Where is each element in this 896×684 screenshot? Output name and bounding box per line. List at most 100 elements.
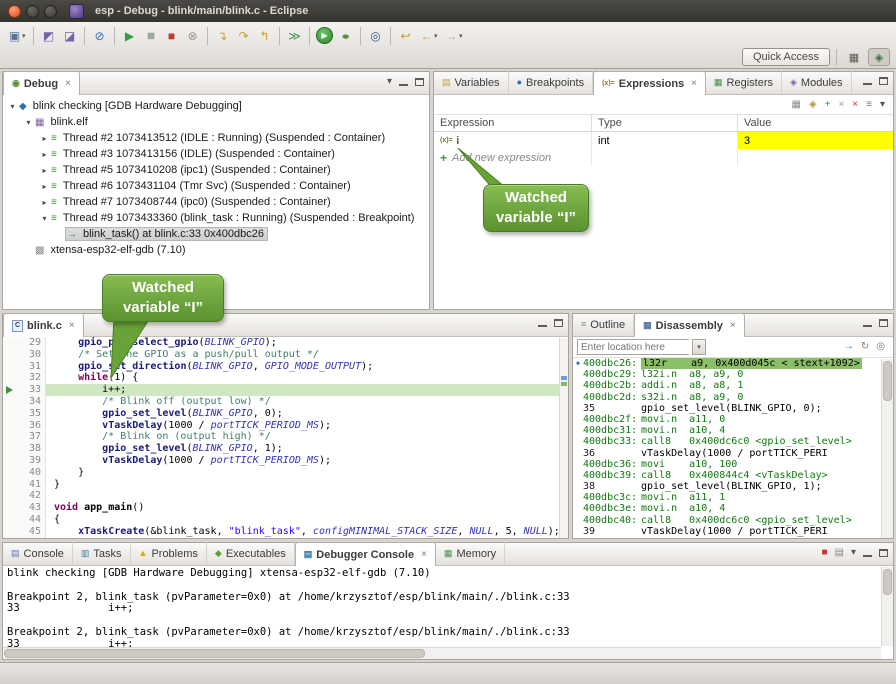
expand-icon[interactable]: ▸ <box>39 134 50 143</box>
debug-tree-item[interactable]: ▸≡Thread #3 1073413156 (IDLE) (Suspended… <box>3 146 429 162</box>
window-maximize-button[interactable] <box>44 5 57 18</box>
tab-console[interactable]: ▤Console <box>3 542 73 565</box>
disassembly-line[interactable]: ◆400dbc26:l32r a9, 0x400d045c < stext+10… <box>573 358 893 369</box>
search-button[interactable]: ◎ <box>365 25 386 46</box>
new-wizard-button[interactable]: ▣ <box>4 25 25 46</box>
code-line[interactable]: 37 /* Blink on (output high) */ <box>3 431 568 443</box>
tab-disassembly[interactable]: ▦Disassembly× <box>634 313 745 337</box>
vertical-scrollbar[interactable] <box>881 567 893 646</box>
run-button[interactable]: ▶ <box>316 27 333 44</box>
minimize-icon[interactable] <box>863 549 872 557</box>
code-line[interactable]: 43void app_main() <box>3 502 568 514</box>
suspend-button[interactable]: ▮▮ <box>140 25 161 46</box>
code-line[interactable]: 30 /* Set the GPIO as a push/pull output… <box>3 349 568 361</box>
disconnect-button[interactable]: ⊗ <box>182 25 203 46</box>
back-button[interactable]: ← <box>416 25 437 46</box>
disassembly-content[interactable]: ◆400dbc26:l32r a9, 0x400d045c < stext+10… <box>573 358 893 537</box>
quick-access-button[interactable]: Quick Access <box>742 48 830 66</box>
maximize-icon[interactable] <box>879 319 888 327</box>
step-into-button[interactable]: ↴ <box>212 25 233 46</box>
close-icon[interactable]: × <box>421 549 427 560</box>
step-return-button[interactable]: ↰ <box>254 25 275 46</box>
disassembly-line[interactable]: 400dbc3c:movi.n a11, 1 <box>573 492 893 503</box>
terminate-button[interactable]: ■ <box>161 25 182 46</box>
view-menu-icon[interactable]: ▾ <box>880 100 885 110</box>
vertical-scrollbar[interactable] <box>881 359 893 538</box>
disassembly-line[interactable]: 400dbc36:movi a10, 100 <box>573 459 893 470</box>
collapse-icon[interactable]: ▾ <box>23 118 34 127</box>
location-input[interactable] <box>577 339 689 355</box>
tab-memory[interactable]: ▦Memory <box>436 542 505 565</box>
maximize-icon[interactable] <box>879 77 888 85</box>
column-header-value[interactable]: Value <box>738 115 893 131</box>
disassembly-line[interactable]: 400dbc2d:s32i.n a8, a9, 0 <box>573 392 893 403</box>
column-header-expression[interactable]: Expression <box>434 115 592 131</box>
expand-icon[interactable]: ▸ <box>39 182 50 191</box>
disassembly-line[interactable]: 400dbc40:call8 0x400dc6c0 <gpio_set_leve… <box>573 515 893 526</box>
disassembly-line[interactable]: 400dbc33:call8 0x400dc6c0 <gpio_set_leve… <box>573 436 893 447</box>
maximize-icon[interactable] <box>554 319 563 327</box>
code-line[interactable]: 44{ <box>3 514 568 526</box>
debug-tree-item[interactable]: ▸≡Thread #6 1073431104 (Tmr Svc) (Suspen… <box>3 178 429 194</box>
open-perspective-button[interactable]: ▦ <box>843 48 865 66</box>
editor-content[interactable]: 29 gpio_pad_select_gpio(BLINK_GPIO);30 /… <box>3 337 568 538</box>
horizontal-scrollbar[interactable] <box>3 647 881 659</box>
close-icon[interactable]: × <box>65 78 71 89</box>
debug-tree-item[interactable]: →blink_task() at blink.c:33 0x400dbc26 <box>3 226 429 242</box>
current-line-marker[interactable] <box>561 382 567 386</box>
collapse-icon[interactable]: ▾ <box>39 214 50 223</box>
collapse-icon[interactable]: ▾ <box>7 102 18 111</box>
code-line[interactable]: 45 xTaskCreate(&blink_task, "blink_task"… <box>3 526 568 538</box>
goto-pc-icon[interactable]: → <box>844 342 854 352</box>
show-logical-structure-icon[interactable]: ◈ <box>809 100 817 110</box>
minimize-icon[interactable] <box>863 319 872 327</box>
disassembly-line[interactable]: 400dbc39:call8 0x400844c4 <vTaskDelay> <box>573 470 893 481</box>
disassembly-line[interactable]: 400dbc2b:addi.n a8, a8, 1 <box>573 380 893 391</box>
expression-row[interactable]: (x)=iint3 <box>434 132 893 149</box>
close-icon[interactable]: × <box>69 320 75 331</box>
debug-tree-item[interactable]: ▩xtensa-esp32-elf-gdb (7.10) <box>3 242 429 258</box>
tab-executables[interactable]: ◆Executables <box>207 542 295 565</box>
window-minimize-button[interactable] <box>26 5 39 18</box>
disassembly-line[interactable]: 35gpio_set_level(BLINK_GPIO, 0); <box>573 403 893 414</box>
code-line[interactable]: 31 gpio_set_direction(BLINK_GPIO, GPIO_M… <box>3 361 568 373</box>
step-over-button[interactable]: ↷ <box>233 25 254 46</box>
tab-registers[interactable]: ▦Registers <box>706 71 782 94</box>
collapse-all-icon[interactable]: ≡ <box>866 100 872 110</box>
add-expression-row[interactable]: + Add new expression <box>434 149 893 166</box>
resume-button[interactable]: ▶ <box>119 25 140 46</box>
minimize-icon[interactable] <box>399 78 408 86</box>
debug-perspective-button[interactable]: ◈ <box>868 48 890 66</box>
forward-button[interactable]: → <box>441 25 462 46</box>
disassembly-line[interactable]: 400dbc31:movi.n a10, 4 <box>573 425 893 436</box>
expand-icon[interactable]: ▸ <box>39 198 50 207</box>
tab-debug[interactable]: ◉Debug× <box>3 71 80 95</box>
add-expression-icon[interactable]: + <box>825 100 831 110</box>
last-edit-location-button[interactable]: ↩ <box>395 25 416 46</box>
view-menu-icon[interactable]: ▾ <box>387 77 392 87</box>
disassembly-line[interactable]: 400dbc3e:movi.n a10, 4 <box>573 503 893 514</box>
minimize-icon[interactable] <box>863 77 872 85</box>
debug-tree-item[interactable]: ▸≡Thread #2 1073413512 (IDLE : Running) … <box>3 130 429 146</box>
tab-tasks[interactable]: ▥Tasks <box>73 542 131 565</box>
debug-tree-item[interactable]: ▾▦blink.elf <box>3 114 429 130</box>
tab-variables[interactable]: ▤Variables <box>434 71 509 94</box>
code-line[interactable]: 42 <box>3 490 568 502</box>
tab-modules[interactable]: ◈Modules <box>782 71 852 94</box>
code-line[interactable]: 29 gpio_pad_select_gpio(BLINK_GPIO); <box>3 337 568 349</box>
expand-icon[interactable]: ▸ <box>39 166 50 175</box>
debug-tree-item[interactable]: ▾◆blink checking [GDB Hardware Debugging… <box>3 98 429 114</box>
view-menu-icon[interactable]: ▾ <box>851 548 856 558</box>
tab-outline[interactable]: ≡Outline <box>573 313 634 336</box>
scrollbar-thumb[interactable] <box>883 361 892 401</box>
disassembly-line[interactable]: 400dbc2f:movi.n a11, 0 <box>573 414 893 425</box>
show-type-names-icon[interactable]: ▦ <box>791 100 800 110</box>
console-output[interactable]: blink checking [GDB Hardware Debugging] … <box>3 566 893 647</box>
location-dropdown-icon[interactable]: ▾ <box>692 339 706 355</box>
skip-all-breakpoints-button[interactable]: ⊘ <box>89 25 110 46</box>
terminate-console-icon[interactable]: ■ <box>821 548 827 558</box>
scrollbar-thumb[interactable] <box>883 569 892 595</box>
expand-icon[interactable]: ▸ <box>39 150 50 159</box>
tab-expressions[interactable]: (x)=Expressions× <box>593 71 706 95</box>
tab-problems[interactable]: ▲Problems <box>131 542 207 565</box>
